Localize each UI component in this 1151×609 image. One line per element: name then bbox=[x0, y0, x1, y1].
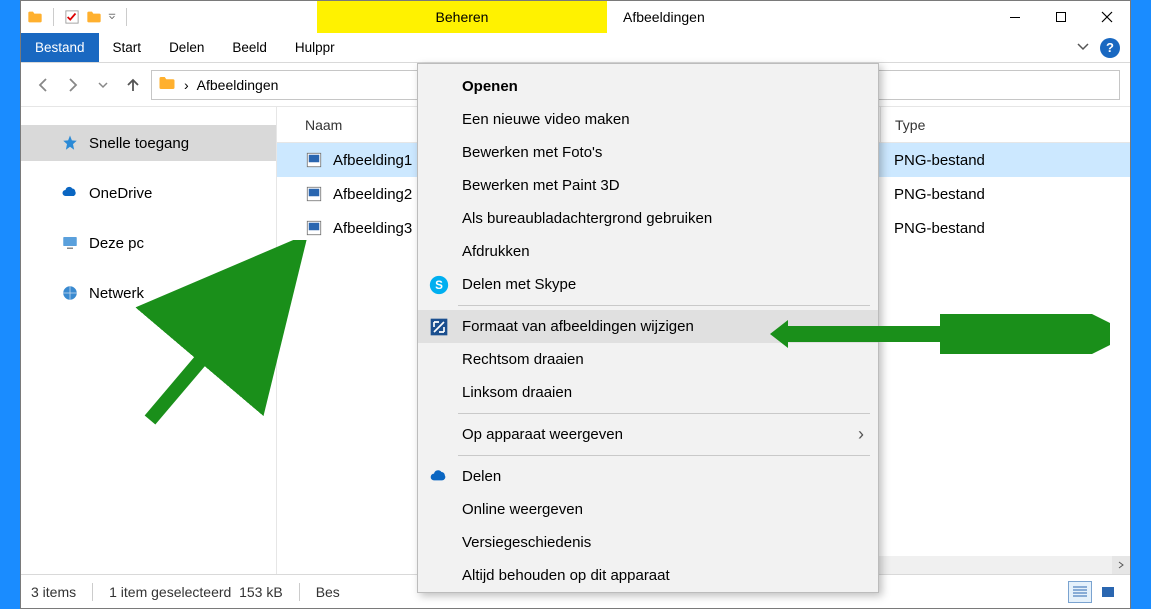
maximize-button[interactable] bbox=[1038, 1, 1084, 33]
context-menu-item[interactable]: Delen bbox=[418, 460, 878, 493]
context-menu-item[interactable]: Bewerken met Foto's bbox=[418, 136, 878, 169]
file-type: PNG-bestand bbox=[880, 186, 1120, 203]
window-title: Afbeeldingen bbox=[607, 1, 721, 33]
context-menu-item[interactable]: Formaat van afbeeldingen wijzigen bbox=[418, 310, 878, 343]
details-view-button[interactable] bbox=[1068, 581, 1092, 603]
context-menu-label: Rechtsom draaien bbox=[462, 351, 584, 368]
context-menu-separator bbox=[458, 413, 870, 414]
context-menu-label: Afdrukken bbox=[462, 243, 530, 260]
onedrive-icon bbox=[428, 466, 450, 488]
context-menu-separator bbox=[458, 305, 870, 306]
context-menu: Openen Een nieuwe video maken Bewerken met… bbox=[417, 63, 879, 593]
network-icon bbox=[61, 284, 79, 302]
context-menu-label: Bewerken met Paint 3D bbox=[462, 177, 620, 194]
context-menu-item[interactable]: Afdrukken bbox=[418, 235, 878, 268]
context-menu-label: Een nieuwe video maken bbox=[462, 111, 630, 128]
forward-button[interactable] bbox=[61, 73, 85, 97]
window-controls bbox=[992, 1, 1130, 33]
scroll-right-button[interactable] bbox=[1112, 556, 1130, 574]
qat-dropdown-icon[interactable] bbox=[108, 8, 116, 26]
file-name: Afbeelding2 bbox=[333, 186, 412, 203]
pc-icon bbox=[61, 234, 79, 252]
context-menu-label: Versiegeschiedenis bbox=[462, 534, 591, 551]
context-menu-item[interactable]: Een nieuwe video maken bbox=[418, 103, 878, 136]
context-menu-item[interactable]: Openen bbox=[418, 70, 878, 103]
context-menu-item[interactable]: Altijd behouden op dit apparaat bbox=[418, 559, 878, 592]
onedrive-icon bbox=[61, 184, 79, 202]
column-header-type[interactable]: Type bbox=[880, 107, 1120, 143]
context-menu-label: Altijd behouden op dit apparaat bbox=[462, 567, 670, 584]
sidebar-item-this-pc[interactable]: Deze pc bbox=[21, 225, 276, 261]
folder-icon bbox=[158, 74, 176, 95]
ribbon-tab-share[interactable]: Delen bbox=[155, 33, 218, 62]
ribbon-tab-view[interactable]: Beeld bbox=[218, 33, 281, 62]
star-icon bbox=[61, 134, 79, 152]
ribbon-tabs: Bestand Start Delen Beeld Hulppr ? bbox=[21, 33, 1130, 63]
context-menu-label: Delen met Skype bbox=[462, 276, 576, 293]
context-menu-item[interactable]: S Delen met Skype bbox=[418, 268, 878, 301]
image-file-icon bbox=[305, 151, 323, 169]
file-name: Afbeelding3 bbox=[333, 220, 412, 237]
title-bar: Beheren Afbeeldingen bbox=[21, 1, 1130, 33]
breadcrumb-sep: › bbox=[184, 77, 189, 93]
ribbon-tab-tools[interactable]: Hulppr bbox=[281, 33, 349, 62]
context-menu-item[interactable]: Rechtsom draaien bbox=[418, 343, 878, 376]
sidebar-item-network[interactable]: Netwerk bbox=[21, 275, 276, 311]
checkbox-icon[interactable] bbox=[64, 9, 80, 25]
file-type: PNG-bestand bbox=[880, 152, 1120, 169]
contextual-tab-label: Beheren bbox=[436, 9, 489, 25]
image-file-icon bbox=[305, 219, 323, 237]
up-button[interactable] bbox=[121, 73, 145, 97]
skype-icon: S bbox=[428, 274, 450, 296]
ribbon-tab-file[interactable]: Bestand bbox=[21, 33, 99, 62]
context-menu-label: Online weergeven bbox=[462, 501, 583, 518]
minimize-button[interactable] bbox=[992, 1, 1038, 33]
resize-icon bbox=[428, 316, 450, 338]
quick-access-toolbar bbox=[21, 1, 137, 33]
contextual-tab-manage[interactable]: Beheren bbox=[317, 1, 607, 33]
status-extra: Bes bbox=[316, 584, 340, 600]
thumbnails-view-button[interactable] bbox=[1096, 581, 1120, 603]
sidebar-label: OneDrive bbox=[89, 185, 152, 202]
navigation-pane: Snelle toegang OneDrive Deze pc Netwerk bbox=[21, 107, 277, 574]
context-menu-separator bbox=[458, 455, 870, 456]
context-menu-label: Bewerken met Foto's bbox=[462, 144, 602, 161]
close-button[interactable] bbox=[1084, 1, 1130, 33]
context-menu-item[interactable]: Als bureaubladachtergrond gebruiken bbox=[418, 202, 878, 235]
submenu-arrow-icon: › bbox=[858, 424, 864, 445]
ribbon-collapse-icon[interactable] bbox=[1076, 39, 1090, 56]
context-menu-item[interactable]: Online weergeven bbox=[418, 493, 878, 526]
ribbon-tab-start[interactable]: Start bbox=[99, 33, 156, 62]
status-item-count: 3 items bbox=[31, 584, 76, 600]
file-type: PNG-bestand bbox=[880, 220, 1120, 237]
file-name: Afbeelding1 bbox=[333, 152, 412, 169]
back-button[interactable] bbox=[31, 73, 55, 97]
sidebar-item-quick-access[interactable]: Snelle toegang bbox=[21, 125, 276, 161]
sidebar-item-onedrive[interactable]: OneDrive bbox=[21, 175, 276, 211]
sidebar-label: Snelle toegang bbox=[89, 135, 189, 152]
context-menu-label: Linksom draaien bbox=[462, 384, 572, 401]
image-file-icon bbox=[305, 185, 323, 203]
context-menu-item[interactable]: Op apparaat weergeven › bbox=[418, 418, 878, 451]
context-menu-label: Delen bbox=[462, 468, 501, 485]
recent-dropdown-icon[interactable] bbox=[91, 73, 115, 97]
help-button[interactable]: ? bbox=[1100, 38, 1120, 58]
context-menu-label: Op apparaat weergeven bbox=[462, 426, 623, 443]
folder-small-icon[interactable] bbox=[86, 9, 102, 25]
sidebar-label: Netwerk bbox=[89, 285, 144, 302]
context-menu-label: Openen bbox=[462, 78, 518, 95]
breadcrumb-location[interactable]: Afbeeldingen bbox=[197, 77, 279, 93]
context-menu-item[interactable]: Bewerken met Paint 3D bbox=[418, 169, 878, 202]
context-menu-label: Als bureaubladachtergrond gebruiken bbox=[462, 210, 712, 227]
status-selection: 1 item geselecteerd 153 kB bbox=[109, 584, 283, 600]
svg-text:S: S bbox=[435, 279, 443, 292]
context-menu-item[interactable]: Linksom draaien bbox=[418, 376, 878, 409]
context-menu-label: Formaat van afbeeldingen wijzigen bbox=[462, 318, 694, 335]
sidebar-label: Deze pc bbox=[89, 235, 144, 252]
folder-icon bbox=[27, 9, 43, 25]
context-menu-item[interactable]: Versiegeschiedenis bbox=[418, 526, 878, 559]
